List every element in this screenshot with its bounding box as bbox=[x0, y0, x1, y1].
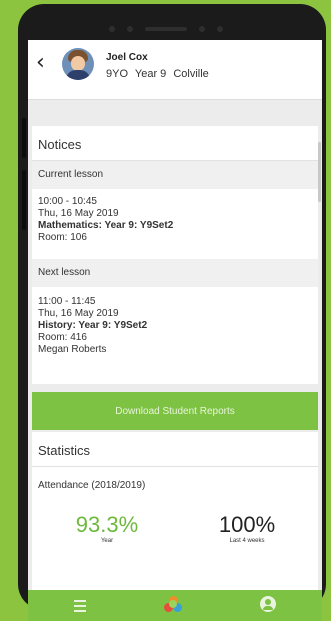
attendance-label: Attendance (2018/2019) bbox=[38, 480, 146, 491]
notices-title: Notices bbox=[38, 137, 82, 152]
student-header: ‹ Joel Cox 9YO Year 9 Colville bbox=[28, 40, 322, 100]
attendance-last4-value: 100% bbox=[218, 512, 276, 537]
next-lesson-room: Room: 416 bbox=[38, 332, 87, 343]
student-name: Joel Cox bbox=[106, 52, 148, 63]
statistics-card: Statistics Attendance (2018/2019) 93.3% … bbox=[32, 432, 318, 590]
notices-card: Notices Current lesson 10:00 - 10:45 Thu… bbox=[32, 126, 318, 384]
attendance-year-stat: 93.3% Year bbox=[62, 512, 152, 544]
statistics-title: Statistics bbox=[38, 443, 91, 458]
attendance-last4-label: Last 4 weeks bbox=[229, 538, 265, 544]
current-lesson-details[interactable]: 10:00 - 10:45 Thu, 16 May 2019 Mathemati… bbox=[32, 196, 179, 244]
current-lesson-header: Current lesson bbox=[32, 161, 318, 189]
app-logo-icon[interactable] bbox=[164, 596, 182, 614]
student-details: 9YO Year 9 Colville bbox=[106, 68, 213, 80]
current-lesson-room: Room: 106 bbox=[38, 232, 87, 243]
form-label: 9YO bbox=[106, 68, 129, 80]
current-lesson-subject: Mathematics: Year 9: Y9Set2 bbox=[38, 220, 174, 231]
next-lesson-teacher: Megan Roberts bbox=[38, 344, 107, 355]
avatar bbox=[62, 48, 94, 80]
attendance-last4-stat: 100% Last 4 weeks bbox=[202, 512, 292, 544]
app-screen: ‹ Joel Cox 9YO Year 9 Colville Notices C… bbox=[28, 40, 322, 621]
hamburger-menu-icon[interactable] bbox=[74, 600, 86, 615]
next-lesson-subject: History: Year 9: Y9Set2 bbox=[38, 320, 148, 331]
next-lesson-time: 11:00 - 11:45 bbox=[38, 296, 96, 307]
bottom-navbar bbox=[28, 590, 322, 621]
scrollbar[interactable] bbox=[318, 142, 321, 202]
house-label: Colville bbox=[173, 68, 209, 80]
year-label: Year 9 bbox=[134, 68, 167, 80]
phone-side-button bbox=[22, 118, 26, 158]
next-lesson-details[interactable]: 11:00 - 11:45 Thu, 16 May 2019 History: … bbox=[32, 296, 153, 356]
current-lesson-time: 10:00 - 10:45 bbox=[38, 196, 97, 207]
chevron-left-icon[interactable]: ‹ bbox=[36, 52, 45, 74]
next-lesson-date: Thu, 16 May 2019 bbox=[38, 308, 119, 319]
next-lesson-header: Next lesson bbox=[32, 259, 318, 287]
current-lesson-date: Thu, 16 May 2019 bbox=[38, 208, 119, 219]
user-icon[interactable] bbox=[260, 596, 276, 612]
download-reports-button[interactable]: Download Student Reports bbox=[32, 392, 318, 430]
attendance-year-label: Year bbox=[100, 538, 114, 544]
phone-side-button bbox=[22, 170, 26, 230]
phone-notch bbox=[76, 18, 256, 40]
attendance-year-value: 93.3% bbox=[75, 512, 139, 537]
